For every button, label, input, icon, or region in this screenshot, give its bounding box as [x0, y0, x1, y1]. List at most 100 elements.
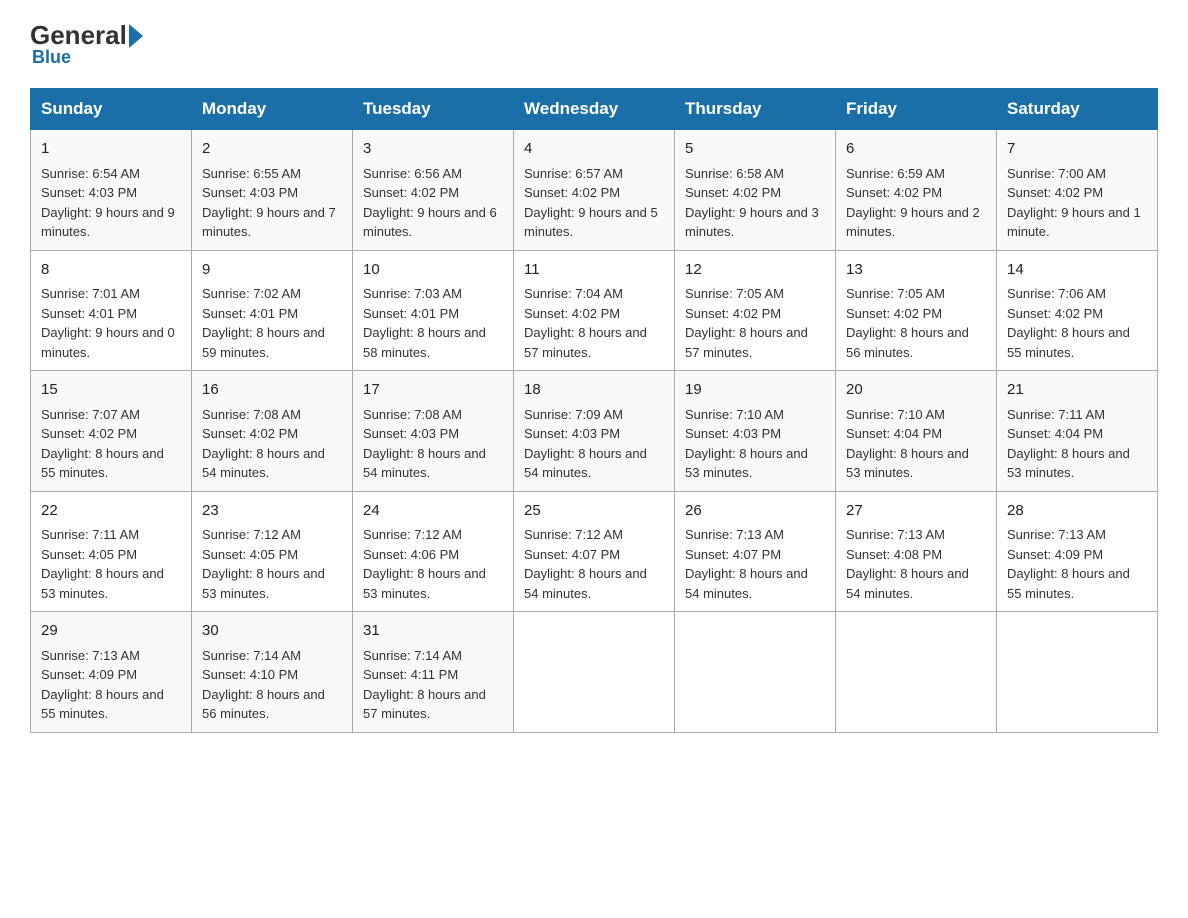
sunrise-text: Sunrise: 7:05 AM	[685, 284, 825, 304]
calendar-cell: 31Sunrise: 7:14 AMSunset: 4:11 PMDayligh…	[353, 612, 514, 733]
day-number: 24	[363, 500, 503, 523]
sunrise-text: Sunrise: 7:05 AM	[846, 284, 986, 304]
sunset-text: Sunset: 4:07 PM	[524, 545, 664, 565]
daylight-text: Daylight: 8 hours and 55 minutes.	[41, 685, 181, 724]
calendar-cell: 19Sunrise: 7:10 AMSunset: 4:03 PMDayligh…	[675, 371, 836, 492]
daylight-text: Daylight: 8 hours and 55 minutes.	[41, 444, 181, 483]
calendar-cell	[675, 612, 836, 733]
day-number: 27	[846, 500, 986, 523]
day-number: 28	[1007, 500, 1147, 523]
calendar-cell: 25Sunrise: 7:12 AMSunset: 4:07 PMDayligh…	[514, 491, 675, 612]
calendar-week-row: 15Sunrise: 7:07 AMSunset: 4:02 PMDayligh…	[31, 371, 1158, 492]
calendar-cell: 22Sunrise: 7:11 AMSunset: 4:05 PMDayligh…	[31, 491, 192, 612]
sunrise-text: Sunrise: 7:11 AM	[1007, 405, 1147, 425]
calendar-cell	[997, 612, 1158, 733]
day-number: 21	[1007, 379, 1147, 402]
sunrise-text: Sunrise: 7:13 AM	[41, 646, 181, 666]
calendar-header-row: SundayMondayTuesdayWednesdayThursdayFrid…	[31, 89, 1158, 130]
sunset-text: Sunset: 4:03 PM	[202, 183, 342, 203]
day-number: 15	[41, 379, 181, 402]
daylight-text: Daylight: 9 hours and 7 minutes.	[202, 203, 342, 242]
calendar-cell: 1Sunrise: 6:54 AMSunset: 4:03 PMDaylight…	[31, 130, 192, 251]
sunset-text: Sunset: 4:01 PM	[363, 304, 503, 324]
page-header: General Blue	[30, 20, 1158, 68]
day-number: 17	[363, 379, 503, 402]
daylight-text: Daylight: 8 hours and 53 minutes.	[1007, 444, 1147, 483]
calendar-cell: 6Sunrise: 6:59 AMSunset: 4:02 PMDaylight…	[836, 130, 997, 251]
sunset-text: Sunset: 4:02 PM	[1007, 304, 1147, 324]
calendar-cell: 20Sunrise: 7:10 AMSunset: 4:04 PMDayligh…	[836, 371, 997, 492]
calendar-cell: 3Sunrise: 6:56 AMSunset: 4:02 PMDaylight…	[353, 130, 514, 251]
sunset-text: Sunset: 4:01 PM	[202, 304, 342, 324]
calendar-cell: 27Sunrise: 7:13 AMSunset: 4:08 PMDayligh…	[836, 491, 997, 612]
calendar-cell: 4Sunrise: 6:57 AMSunset: 4:02 PMDaylight…	[514, 130, 675, 251]
day-header-wednesday: Wednesday	[514, 89, 675, 130]
sunset-text: Sunset: 4:11 PM	[363, 665, 503, 685]
daylight-text: Daylight: 8 hours and 55 minutes.	[1007, 323, 1147, 362]
calendar-cell: 10Sunrise: 7:03 AMSunset: 4:01 PMDayligh…	[353, 250, 514, 371]
calendar-cell: 5Sunrise: 6:58 AMSunset: 4:02 PMDaylight…	[675, 130, 836, 251]
logo-arrow-icon	[129, 24, 143, 48]
day-header-friday: Friday	[836, 89, 997, 130]
calendar-week-row: 1Sunrise: 6:54 AMSunset: 4:03 PMDaylight…	[31, 130, 1158, 251]
sunrise-text: Sunrise: 7:13 AM	[685, 525, 825, 545]
daylight-text: Daylight: 9 hours and 2 minutes.	[846, 203, 986, 242]
sunrise-text: Sunrise: 7:00 AM	[1007, 164, 1147, 184]
day-number: 7	[1007, 138, 1147, 161]
day-header-sunday: Sunday	[31, 89, 192, 130]
sunrise-text: Sunrise: 6:55 AM	[202, 164, 342, 184]
sunrise-text: Sunrise: 7:01 AM	[41, 284, 181, 304]
sunset-text: Sunset: 4:04 PM	[846, 424, 986, 444]
daylight-text: Daylight: 9 hours and 9 minutes.	[41, 203, 181, 242]
day-number: 14	[1007, 259, 1147, 282]
sunset-text: Sunset: 4:08 PM	[846, 545, 986, 565]
sunrise-text: Sunrise: 7:11 AM	[41, 525, 181, 545]
daylight-text: Daylight: 8 hours and 54 minutes.	[846, 564, 986, 603]
daylight-text: Daylight: 8 hours and 56 minutes.	[846, 323, 986, 362]
day-number: 18	[524, 379, 664, 402]
calendar-cell: 24Sunrise: 7:12 AMSunset: 4:06 PMDayligh…	[353, 491, 514, 612]
sunrise-text: Sunrise: 6:59 AM	[846, 164, 986, 184]
sunset-text: Sunset: 4:09 PM	[41, 665, 181, 685]
day-number: 19	[685, 379, 825, 402]
sunset-text: Sunset: 4:10 PM	[202, 665, 342, 685]
daylight-text: Daylight: 9 hours and 0 minutes.	[41, 323, 181, 362]
daylight-text: Daylight: 9 hours and 6 minutes.	[363, 203, 503, 242]
calendar-cell: 2Sunrise: 6:55 AMSunset: 4:03 PMDaylight…	[192, 130, 353, 251]
sunset-text: Sunset: 4:02 PM	[202, 424, 342, 444]
sunset-text: Sunset: 4:02 PM	[524, 304, 664, 324]
day-number: 16	[202, 379, 342, 402]
calendar-cell	[514, 612, 675, 733]
day-number: 3	[363, 138, 503, 161]
daylight-text: Daylight: 9 hours and 1 minute.	[1007, 203, 1147, 242]
sunset-text: Sunset: 4:04 PM	[1007, 424, 1147, 444]
sunrise-text: Sunrise: 6:54 AM	[41, 164, 181, 184]
day-number: 13	[846, 259, 986, 282]
day-number: 29	[41, 620, 181, 643]
sunrise-text: Sunrise: 7:13 AM	[846, 525, 986, 545]
day-header-monday: Monday	[192, 89, 353, 130]
calendar-cell: 28Sunrise: 7:13 AMSunset: 4:09 PMDayligh…	[997, 491, 1158, 612]
calendar-cell: 13Sunrise: 7:05 AMSunset: 4:02 PMDayligh…	[836, 250, 997, 371]
calendar-week-row: 29 Sunrise: 7:13 AMSunset: 4:09 PMDayligh…	[31, 612, 1158, 733]
calendar-cell: 16Sunrise: 7:08 AMSunset: 4:02 PMDayligh…	[192, 371, 353, 492]
sunset-text: Sunset: 4:03 PM	[41, 183, 181, 203]
daylight-text: Daylight: 8 hours and 53 minutes.	[685, 444, 825, 483]
sunrise-text: Sunrise: 7:06 AM	[1007, 284, 1147, 304]
daylight-text: Daylight: 8 hours and 53 minutes.	[202, 564, 342, 603]
day-number: 31	[363, 620, 503, 643]
day-number: 5	[685, 138, 825, 161]
day-number: 9	[202, 259, 342, 282]
calendar-cell	[836, 612, 997, 733]
sunrise-text: Sunrise: 7:04 AM	[524, 284, 664, 304]
sunset-text: Sunset: 4:02 PM	[363, 183, 503, 203]
sunrise-text: Sunrise: 7:10 AM	[846, 405, 986, 425]
day-number: 4	[524, 138, 664, 161]
calendar-cell: 12Sunrise: 7:05 AMSunset: 4:02 PMDayligh…	[675, 250, 836, 371]
day-number: 12	[685, 259, 825, 282]
sunset-text: Sunset: 4:03 PM	[524, 424, 664, 444]
day-number: 22	[41, 500, 181, 523]
sunset-text: Sunset: 4:05 PM	[202, 545, 342, 565]
sunset-text: Sunset: 4:03 PM	[363, 424, 503, 444]
sunrise-text: Sunrise: 7:09 AM	[524, 405, 664, 425]
